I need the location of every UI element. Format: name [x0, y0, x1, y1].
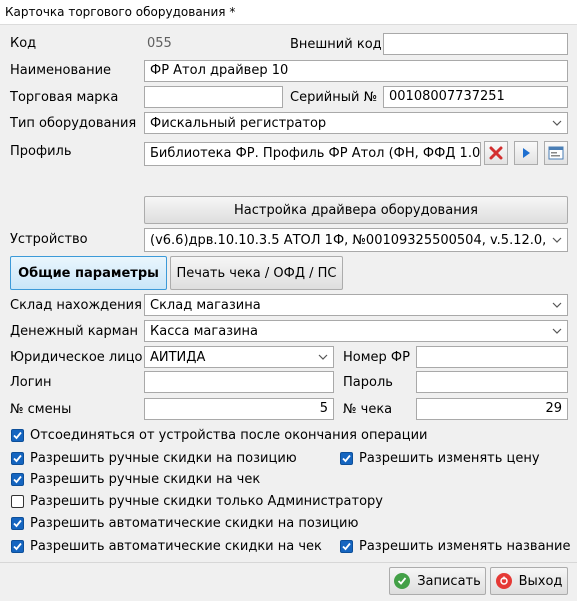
- legal-entity-select[interactable]: АЙТИДА: [144, 346, 334, 368]
- fr-number-label: Номер ФР: [343, 350, 410, 365]
- manual-item-discount-checkbox[interactable]: Разрешить ручные скидки на позицию: [11, 451, 297, 466]
- ext-code-label: Внешний код: [290, 37, 382, 52]
- device-label: Устройство: [10, 232, 88, 247]
- checkbox-checked-icon: [11, 452, 24, 465]
- receipt-number-input[interactable]: 29: [416, 398, 568, 420]
- auto-item-discount-checkbox[interactable]: Разрешить автоматические скидки на позиц…: [11, 516, 358, 531]
- manual-receipt-discount-label: Разрешить ручные скидки на чек: [30, 472, 261, 487]
- device-select-value: (v6.6)дрв.10.10.3.5 АТОЛ 1Ф, №0010932550…: [150, 233, 545, 248]
- title-bar: Карточка торгового оборудования *: [0, 0, 577, 25]
- change-price-checkbox[interactable]: Разрешить изменять цену: [340, 451, 540, 466]
- window-title: Карточка торгового оборудования *: [5, 5, 236, 19]
- chevron-down-icon[interactable]: [548, 231, 566, 249]
- brand-input[interactable]: [144, 86, 283, 108]
- password-input[interactable]: [416, 371, 568, 393]
- fr-number-input[interactable]: [416, 346, 568, 368]
- checkbox-checked-icon: [11, 473, 24, 486]
- warehouse-label: Склад нахождения: [10, 298, 142, 313]
- login-label: Логин: [10, 375, 52, 390]
- chevron-down-icon[interactable]: [548, 114, 566, 132]
- type-select[interactable]: Фискальный регистратор: [144, 112, 568, 134]
- code-label: Код: [10, 36, 37, 51]
- tab-general[interactable]: Общие параметры: [10, 256, 167, 290]
- check-icon: [394, 573, 411, 589]
- cashbox-label: Денежный карман: [10, 324, 139, 339]
- select-profile-button[interactable]: [514, 141, 538, 165]
- power-icon: [495, 573, 512, 589]
- auto-receipt-discount-checkbox[interactable]: Разрешить автоматические скидки на чек: [11, 539, 322, 554]
- ext-code-input[interactable]: [383, 33, 568, 55]
- profile-label: Профиль: [10, 144, 72, 159]
- chevron-down-icon[interactable]: [548, 322, 566, 340]
- shift-input[interactable]: 5: [144, 398, 334, 420]
- disconnect-checkbox[interactable]: Отсоединяться от устройства после оконча…: [11, 428, 427, 443]
- form-icon: [548, 146, 564, 160]
- type-label: Тип оборудования: [10, 116, 137, 131]
- open-profile-button[interactable]: [544, 141, 568, 165]
- login-input[interactable]: [144, 371, 334, 393]
- exit-button[interactable]: Выход: [490, 567, 568, 595]
- change-name-checkbox[interactable]: Разрешить изменять название: [340, 539, 571, 554]
- driver-settings-button[interactable]: Настройка драйвера оборудования: [144, 196, 568, 224]
- chevron-down-icon[interactable]: [548, 296, 566, 314]
- chevron-down-icon[interactable]: [314, 348, 332, 366]
- checkbox-checked-icon: [340, 452, 353, 465]
- save-button-label: Записать: [417, 573, 481, 589]
- checkbox-checked-icon: [340, 540, 353, 553]
- cashbox-select[interactable]: Касса магазина: [144, 320, 568, 342]
- manual-discount-admin-checkbox[interactable]: Разрешить ручные скидки только Администр…: [11, 494, 383, 509]
- type-select-value: Фискальный регистратор: [150, 116, 327, 131]
- change-name-label: Разрешить изменять название: [359, 539, 571, 554]
- manual-receipt-discount-checkbox[interactable]: Разрешить ручные скидки на чек: [11, 472, 260, 487]
- serial-input[interactable]: 00108007737251: [383, 86, 568, 108]
- exit-button-label: Выход: [518, 573, 563, 589]
- clear-profile-button[interactable]: [484, 141, 508, 165]
- name-label: Наименование: [10, 63, 112, 78]
- warehouse-select-value: Склад магазина: [150, 298, 261, 313]
- warehouse-select[interactable]: Склад магазина: [144, 294, 568, 316]
- disconnect-checkbox-label: Отсоединяться от устройства после оконча…: [30, 428, 428, 443]
- profile-input[interactable]: Библиотека ФР. Профиль ФР Атол (ФН, ФФД …: [144, 142, 481, 166]
- brand-label: Торговая марка: [10, 90, 119, 105]
- checkbox-unchecked-icon: [11, 495, 24, 508]
- legal-entity-select-value: АЙТИДА: [150, 350, 206, 365]
- receipt-number-label: № чека: [343, 402, 393, 417]
- password-label: Пароль: [343, 375, 393, 390]
- checkbox-checked-icon: [11, 540, 24, 553]
- manual-item-discount-label: Разрешить ручные скидки на позицию: [30, 451, 297, 466]
- legal-entity-label: Юридическое лицо: [10, 350, 143, 365]
- tab-receipt-print[interactable]: Печать чека / ОФД / ПС: [170, 256, 343, 290]
- serial-label: Серийный №: [290, 90, 378, 105]
- manual-discount-admin-label: Разрешить ручные скидки только Администр…: [30, 494, 383, 509]
- close-icon: [489, 146, 503, 160]
- checkbox-checked-icon: [11, 517, 24, 530]
- code-value: 055: [147, 36, 172, 51]
- cashbox-select-value: Касса магазина: [150, 324, 258, 339]
- name-input[interactable]: ФР Атол драйвер 10: [144, 60, 568, 82]
- device-select[interactable]: (v6.6)дрв.10.10.3.5 АТОЛ 1Ф, №0010932550…: [144, 228, 568, 252]
- checkbox-checked-icon: [11, 429, 24, 442]
- play-icon: [523, 148, 530, 158]
- auto-item-discount-label: Разрешить автоматические скидки на позиц…: [30, 516, 359, 531]
- shift-label: № смены: [10, 402, 72, 417]
- change-price-label: Разрешить изменять цену: [359, 451, 540, 466]
- auto-receipt-discount-label: Разрешить автоматические скидки на чек: [30, 539, 322, 554]
- save-button[interactable]: Записать: [389, 567, 486, 595]
